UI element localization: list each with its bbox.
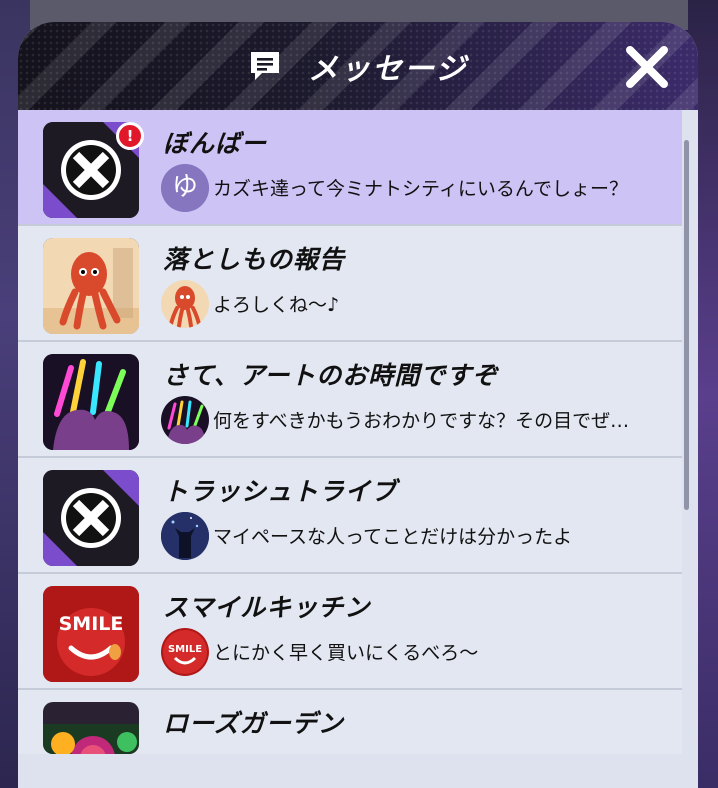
avatar-letter: ゆ (161, 164, 209, 212)
octopus-sausage-icon (43, 238, 139, 334)
message-row-rose-garden[interactable]: ローズガーデン (18, 690, 682, 754)
rose-image-icon (43, 702, 139, 754)
thread-preview: とにかく早く買いにくるべろ～ (213, 642, 479, 664)
smile-thumb-text: SMILE (59, 613, 124, 635)
message-row-art-time[interactable]: さて、アートのお時間ですぞ 何をすべきかもうおわかりですな？その目でぜ… (18, 342, 682, 458)
glowstick-avatar (161, 396, 209, 444)
smile-logo-icon: SMILE (43, 586, 139, 682)
unread-badge: ! (116, 122, 144, 150)
message-row-smile-kitchen[interactable]: SMILE スマイルキッチン SMILE とにかく早く買いにくるべろ～ (18, 574, 682, 690)
thread-name: ローズガーデン (163, 709, 344, 738)
thread-name: さて、アートのお時間ですぞ (163, 361, 499, 390)
trash-x-logo-icon (43, 470, 139, 566)
message-panel: メッセージ ! ぼんばー ゆ カズキ達って今ミナトシティにいるんでしょー？ 落と… (18, 22, 698, 788)
message-row-bomber[interactable]: ! ぼんばー ゆ カズキ達って今ミナトシティにいるんでしょー？ (18, 110, 682, 226)
thread-name: 落としもの報告 (163, 245, 346, 274)
letter-avatar: ゆ (161, 164, 209, 212)
scrollbar[interactable] (684, 140, 689, 510)
thread-name: トラッシュトライブ (163, 477, 398, 506)
thread-name: スマイルキッチン (163, 593, 371, 622)
cat-avatar (161, 512, 209, 560)
smile-avatar-text: SMILE (168, 644, 202, 655)
thread-name: ぼんばー (163, 129, 268, 158)
message-row-trash-tribe[interactable]: トラッシュトライブ マイペースな人ってことだけは分かったよ (18, 458, 682, 574)
thread-preview: 何をすべきかもうおわかりですな？その目でぜ… (213, 410, 630, 432)
thread-preview: カズキ達って今ミナトシティにいるんでしょー？ (213, 178, 628, 200)
page-title: メッセージ (308, 52, 468, 87)
message-icon (251, 52, 279, 80)
smile-avatar: SMILE (161, 628, 209, 676)
thread-preview: マイペースな人ってことだけは分かったよ (213, 526, 573, 548)
message-row-lost-item[interactable]: 落としもの報告 よろしくね～♪ (18, 226, 682, 342)
close-icon[interactable] (622, 42, 672, 92)
glowstick-hands-icon (43, 354, 139, 450)
panel-header: メッセージ (18, 22, 698, 110)
thread-preview: よろしくね～♪ (213, 294, 340, 316)
header-title-group: メッセージ (248, 44, 467, 88)
octopus-avatar (161, 280, 209, 328)
message-list: ! ぼんばー ゆ カズキ達って今ミナトシティにいるんでしょー？ 落としもの報告 … (18, 110, 698, 788)
